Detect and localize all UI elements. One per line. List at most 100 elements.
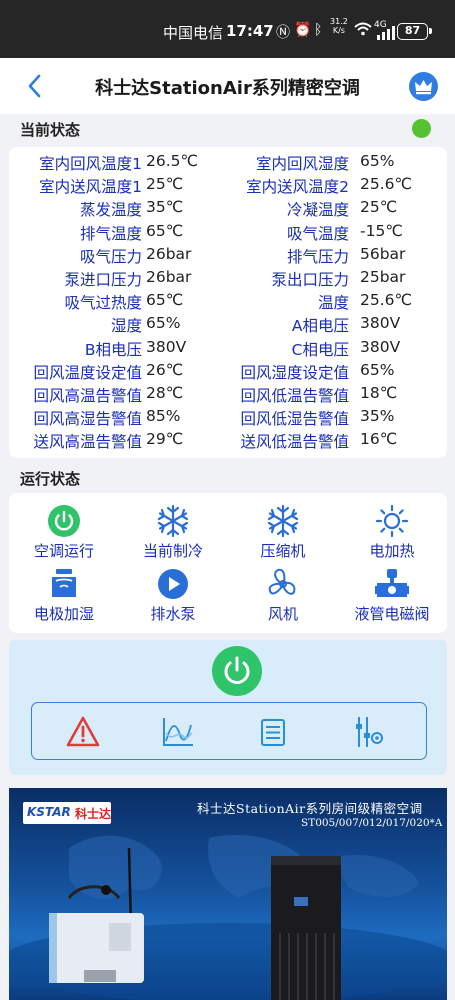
run-status-label: 空调运行 [33, 542, 94, 560]
status-row: 室内送风温度1 25℃ 室内送风温度2 25.6℃ [9, 175, 447, 198]
status-label: 室内回风湿度 [255, 155, 349, 173]
status-value: 25bar [360, 268, 406, 286]
status-label: 回风高温告警值 [33, 387, 142, 405]
signal-icon [377, 26, 395, 44]
crown-button[interactable] [409, 72, 438, 101]
status-label: A相电压 [291, 317, 349, 336]
status-value: 65℃ [146, 221, 184, 240]
status-value: 29℃ [146, 430, 184, 449]
status-label: 蒸发温度 [79, 201, 142, 220]
chevron-left-icon [28, 74, 41, 98]
status-value: 25℃ [146, 175, 184, 194]
status-label: 泵进口压力 [64, 271, 142, 289]
run-status-item: 排水泵 [118, 567, 228, 627]
run-status-label: 风机 [267, 605, 298, 623]
run-status-label: 电加热 [369, 542, 415, 560]
curve-chart-icon [163, 718, 193, 746]
alarm-clock-icon: ⏰ [294, 22, 312, 38]
status-row: 送风高温告警值 29℃ 送风低温告警值 16℃ [9, 430, 447, 453]
run-status-card: 空调运行 当前制冷 压缩机 电加热 电极加湿 排水泵 风机 液管电磁阀 [9, 493, 447, 633]
carrier-name: 中国电信 [163, 24, 224, 42]
bluetooth-icon: ᛒ [314, 22, 323, 38]
status-value: 16℃ [360, 430, 398, 449]
back-button[interactable] [24, 73, 46, 99]
status-row: 吸气过热度 65℃ 温度 25.6℃ [9, 291, 447, 314]
status-label: 送风高温告警值 [33, 433, 142, 452]
curve-chart-button[interactable] [158, 713, 198, 751]
status-value: 35℃ [146, 198, 184, 217]
network-speed-value: 31.2 [330, 17, 348, 26]
online-status-indicator [412, 119, 431, 138]
power-button[interactable] [212, 646, 262, 696]
play-icon [156, 567, 190, 601]
alarm-icon [66, 716, 100, 747]
status-value: 26bar [146, 244, 192, 263]
status-value: 18℃ [360, 384, 398, 402]
status-value: 65% [360, 360, 395, 379]
status-value: 25.6℃ [360, 291, 412, 310]
app-header: 科士达StationAir系列精密空调 [0, 58, 455, 114]
status-value: 380V [360, 314, 401, 333]
status-label: 送风低温告警值 [240, 433, 349, 452]
status-row: 蒸发温度 35℃ 冷凝温度 25℃ [9, 198, 447, 221]
crown-icon [415, 80, 432, 95]
status-label: 室内送风温度1 [39, 178, 142, 197]
settings-button[interactable] [348, 713, 388, 751]
status-label: 吸气压力 [79, 247, 142, 266]
status-label: B相电压 [84, 340, 142, 359]
power-icon [47, 504, 81, 538]
status-value: 85% [146, 407, 181, 426]
status-row: 回风温度设定值 26℃ 回风湿度设定值 65% [9, 361, 447, 384]
fan-icon [266, 567, 300, 601]
run-status-label: 液管电磁阀 [354, 605, 430, 623]
run-status-item: 液管电磁阀 [337, 567, 447, 627]
status-row: 回风高温告警值 28℃ 回风低温告警值 18℃ [9, 384, 447, 407]
snowflake-icon [266, 504, 300, 538]
snowflake-icon [156, 504, 190, 538]
alarm-button[interactable] [63, 713, 103, 751]
status-label: 室内回风温度1 [39, 155, 142, 173]
wifi-icon [354, 22, 372, 40]
current-status-title: 当前状态 [20, 121, 81, 139]
status-value: 65% [360, 152, 395, 170]
valve-icon [375, 567, 409, 601]
logo-chinese: 科士达 [75, 807, 112, 821]
status-value: 25℃ [360, 198, 398, 217]
status-label: 回风低温告警值 [240, 387, 349, 405]
banner-title: 科士达StationAir系列房间级精密空调 [197, 801, 423, 816]
status-value: 26bar [146, 268, 192, 286]
status-label: 回风低湿告警值 [240, 410, 349, 429]
status-row: 回风高湿告警值 85% 回风低湿告警值 35% [9, 407, 447, 430]
status-value: 380V [146, 337, 187, 356]
status-label: 冷凝温度 [286, 201, 349, 220]
status-label: 吸气温度 [286, 224, 349, 243]
run-status-item: 空调运行 [9, 504, 119, 564]
list-button[interactable] [253, 713, 293, 751]
status-row: 湿度 65% A相电压 380V [9, 314, 447, 337]
run-status-item: 电加热 [337, 504, 447, 564]
status-value: 25.6℃ [360, 175, 412, 194]
tool-bar [31, 702, 427, 760]
run-status-label: 电极加湿 [33, 605, 94, 623]
power-icon [224, 656, 250, 684]
status-label: 室内送风温度2 [246, 178, 349, 197]
run-status-label: 压缩机 [260, 542, 306, 560]
current-status-card: 室内回风温度1 26.5℃ 室内回风湿度 65% 室内送风温度1 25℃ 室内送风温度2 25… [9, 147, 447, 458]
page-title: 科士达StationAir系列精密空调 [95, 78, 360, 99]
status-row: 排气温度 65℃ 吸气温度 -15℃ [9, 222, 447, 245]
status-value: 26.5℃ [146, 152, 198, 170]
battery-indicator: 87 [397, 23, 432, 40]
clock: 17:47 [226, 22, 274, 40]
run-status-item: 压缩机 [228, 504, 338, 564]
status-label: 回风温度设定值 [33, 363, 142, 382]
status-label: C相电压 [291, 340, 349, 359]
banner-models: ST005/007/012/017/020*A [301, 817, 443, 829]
air-conditioner-cabinet-graphic [271, 856, 341, 1000]
status-value: -15℃ [360, 221, 403, 240]
status-label: 泵出口压力 [271, 271, 349, 289]
product-banner[interactable]: KSTAR 科士达 科士达StationAir系列房间级精密空调 ST005/0… [9, 788, 447, 1000]
list-icon [261, 719, 285, 746]
status-label: 吸气过热度 [64, 294, 142, 313]
status-label: 湿度 [110, 317, 142, 336]
status-value: 28℃ [146, 384, 184, 402]
